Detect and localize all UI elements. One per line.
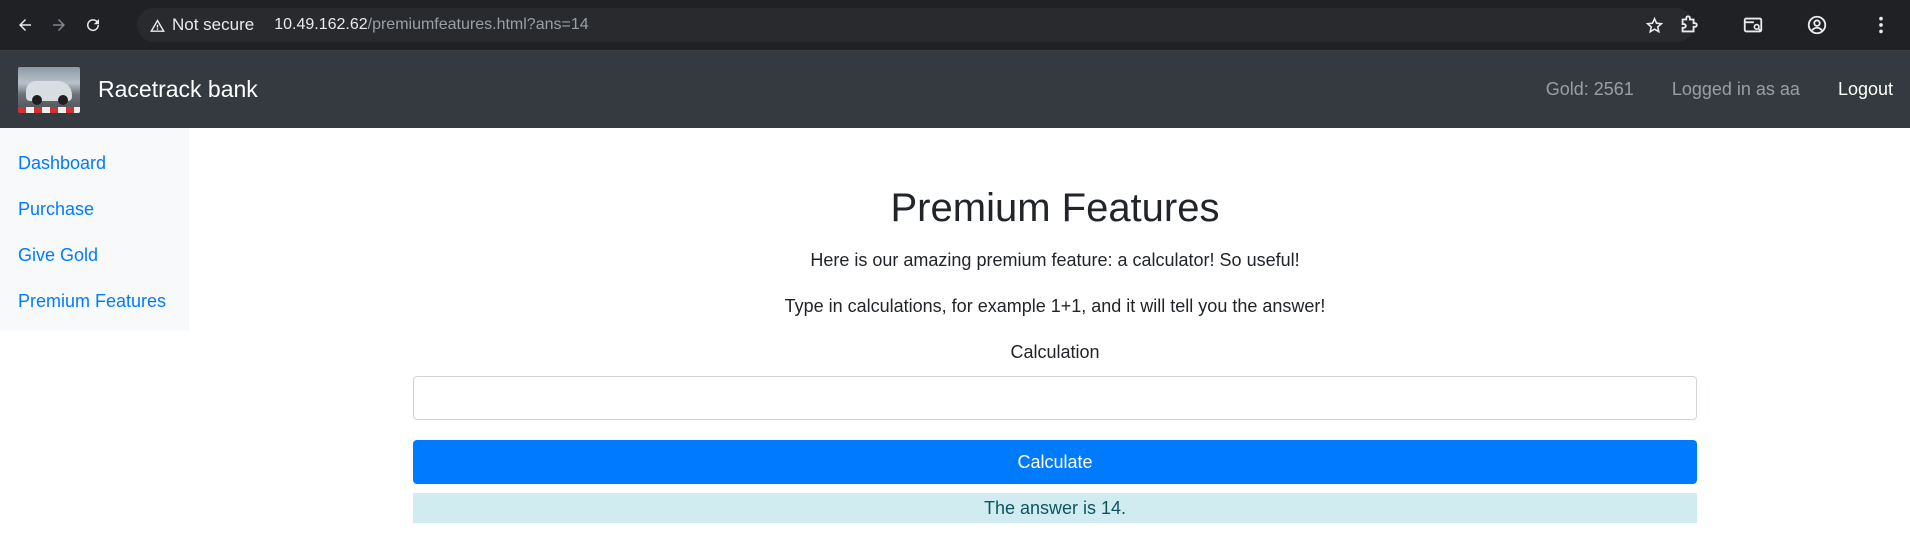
instructions-text: Type in calculations, for example 1+1, a… [784,296,1326,316]
tab-search-button[interactable] [1736,8,1770,42]
logged-in-status: Logged in as aa [1671,79,1800,99]
intro-text: Here is our amazing premium feature: a c… [810,250,1300,270]
logout-link[interactable]: Logout [1838,79,1893,100]
url-host: 10.49.162.62 [274,16,368,33]
security-label: Not secure [172,15,255,34]
back-button[interactable] [8,8,42,42]
address-bar[interactable]: Not secure 10.49.162.62/premiumfeatures.… [137,8,1694,42]
sidebar: Dashboard Purchase Give Gold Premium Fea… [0,128,189,331]
gold-balance: Gold: 2561 [1545,79,1634,99]
browser-toolbar: Not secure 10.49.162.62/premiumfeatures.… [0,0,1910,50]
wheel-shape [58,94,68,105]
calculate-button[interactable]: Calculate [413,440,1697,484]
wheel-shape [32,94,42,105]
more-vert-icon [1879,16,1883,34]
profile-button[interactable] [1800,8,1834,42]
url-path: /premiumfeatures.html?ans=14 [367,16,589,33]
arrow-right-icon [53,19,65,31]
security-chip[interactable]: Not secure [149,15,254,35]
sidebar-item-dashboard[interactable]: Dashboard [0,140,189,186]
star-icon [1645,16,1664,34]
track-curb [18,106,80,113]
puzzle-icon [1681,15,1698,33]
brand-name[interactable]: Racetrack bank [98,76,258,103]
calculation-label: Calculation [1010,342,1100,362]
main-content: Premium Features Here is our amazing pre… [413,128,1697,523]
arrow-left-icon [19,19,31,31]
sidebar-item-purchase[interactable]: Purchase [0,186,189,232]
warning-icon [150,18,165,32]
extensions-button[interactable] [1672,8,1706,42]
url-text[interactable]: 10.49.162.62/premiumfeatures.html?ans=14 [274,16,588,34]
calculation-input[interactable] [413,376,1697,420]
page-title: Premium Features [890,186,1220,230]
reload-button[interactable] [76,8,110,42]
answer-alert: The answer is 14. [413,493,1697,523]
tab-search-icon [1743,17,1763,33]
profile-icon [1807,15,1827,35]
sidebar-item-give-gold[interactable]: Give Gold [0,232,189,278]
menu-button[interactable] [1864,8,1898,42]
sidebar-item-premium-features[interactable]: Premium Features [0,278,189,324]
forward-button[interactable] [42,8,76,42]
app-navbar: Racetrack bank Gold: 2561 Logged in as a… [0,51,1910,128]
brand-logo[interactable] [18,66,80,113]
bookmark-star-button[interactable] [1645,16,1664,40]
reload-icon [87,19,100,32]
